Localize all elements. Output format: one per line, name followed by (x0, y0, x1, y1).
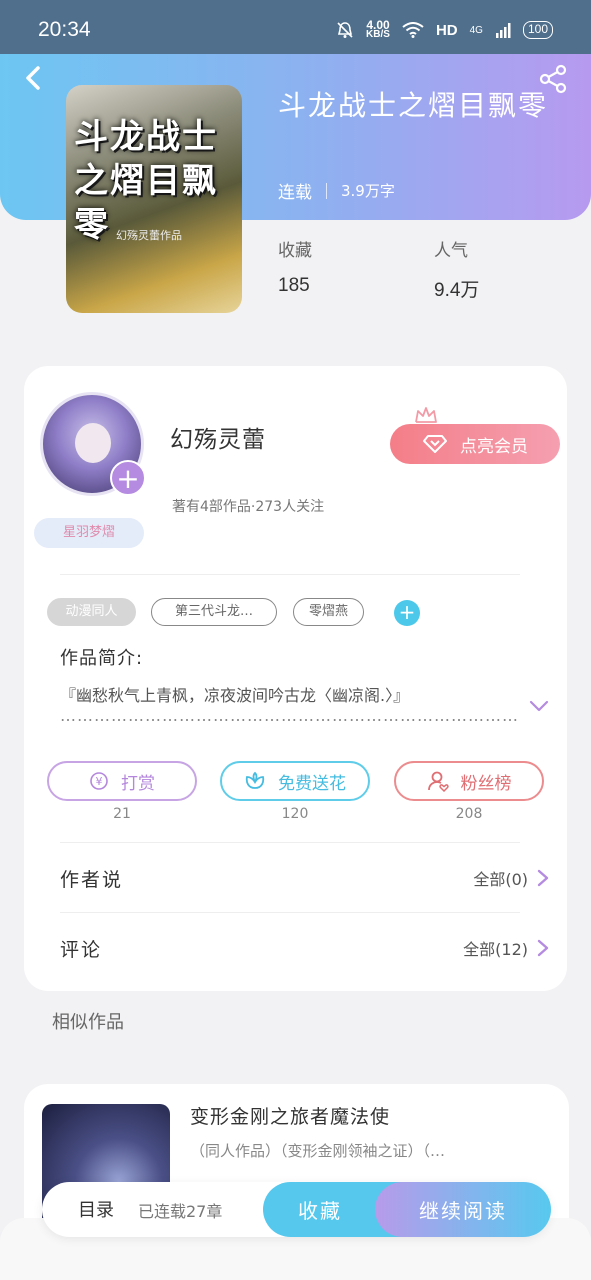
flower-count: 120 (281, 806, 309, 822)
book-word-count: 3.9万字 (341, 182, 395, 200)
row-right: 全部(0) (473, 866, 550, 890)
divider (60, 574, 520, 575)
collect-button-label: 收藏 (298, 1199, 342, 1223)
battery-indicator: 100 (522, 21, 553, 39)
intro-text: 『幽愁秋气上青枫，凉夜波间吟古龙〈幽凉阁.〉』 (60, 686, 410, 705)
wifi-icon (402, 22, 424, 38)
vip-button-label: 点亮会员 (460, 436, 528, 457)
intro-label: 作品简介: (60, 648, 144, 669)
follow-plus-icon[interactable]: + (110, 460, 146, 496)
add-tag-icon[interactable]: + (394, 600, 420, 626)
row-label: 评论 (60, 938, 103, 961)
fans-count: 208 (455, 806, 483, 822)
diamond-icon (423, 435, 447, 453)
author-stats: 著有4部作品·273人关注 (172, 499, 325, 515)
signal-label: 4G (469, 24, 483, 36)
divider (60, 912, 520, 913)
status-bar: 20:34 4.00 KB/S HD 4G 100 (0, 0, 591, 60)
author-badge: 星羽梦熠 (34, 518, 144, 548)
stat-label: 收藏 (278, 241, 312, 261)
book-status: 连载 (278, 183, 312, 203)
reward-label: 打赏 (121, 773, 155, 794)
avatar-face (75, 423, 111, 463)
bell-muted-icon (337, 22, 353, 38)
chevron-right-icon (537, 869, 549, 887)
book-cover[interactable]: 斗龙战士之熠目飘零 幻殇灵蕾作品 (66, 85, 242, 313)
intro-dots: ……………………………………………………………………… (60, 706, 519, 725)
row-label: 作者说 (60, 868, 124, 891)
yuan-coin-icon: ¥ (90, 772, 108, 790)
similar-book-title[interactable]: 变形金刚之旅者魔法使 (190, 1102, 390, 1129)
meta-divider (326, 182, 327, 199)
fans-label: 粉丝榜 (460, 773, 512, 794)
stat-popularity: 人气 9.4万 (434, 236, 479, 302)
toc-chapter-count[interactable]: 已连载27章 (138, 1198, 222, 1222)
divider (60, 842, 520, 843)
back-arrow-icon[interactable] (22, 62, 46, 94)
hd-indicator: HD (435, 21, 458, 39)
toc-button[interactable]: 目录 (78, 1196, 114, 1222)
flower-icon (245, 771, 265, 789)
reward-count: 21 (113, 806, 131, 822)
book-meta: 连载 3.9万字 (278, 178, 395, 203)
stat-value: 185 (278, 275, 310, 296)
comments-row[interactable]: 评论 全部(12) (60, 928, 550, 968)
author-notes-row[interactable]: 作者说 全部(0) (60, 858, 550, 898)
flower-label: 免费送花 (278, 773, 346, 794)
continue-reading-button[interactable]: 继续阅读 (375, 1182, 551, 1237)
similar-section-label: 相似作品 (52, 1012, 124, 1033)
fans-rank-button[interactable]: 粉丝榜 (394, 761, 544, 801)
similar-book-tags: （同人作品）（变形金刚领袖之证）（… (190, 1142, 446, 1160)
fan-user-icon (427, 771, 449, 792)
net-speed: 4.00 KB/S (366, 18, 390, 40)
status-icons: 4.00 KB/S HD 4G 100 (336, 18, 553, 40)
reward-button[interactable]: ¥ 打赏 (47, 761, 197, 801)
stat-collect: 收藏 185 (278, 236, 312, 297)
row-value: 全部(0) (473, 870, 528, 889)
vip-button[interactable]: 点亮会员 (390, 424, 560, 464)
tag-item[interactable]: 第三代斗龙… (151, 598, 277, 626)
chevron-down-icon[interactable] (528, 698, 550, 714)
row-value: 全部(12) (463, 940, 528, 959)
author-name[interactable]: 幻殇灵蕾 (170, 420, 266, 454)
stat-label: 人气 (434, 241, 468, 261)
cover-subtitle: 幻殇灵蕾作品 (116, 229, 182, 242)
svg-text:¥: ¥ (96, 775, 103, 788)
status-time: 20:34 (38, 18, 91, 41)
stat-value: 9.4万 (434, 280, 480, 301)
crown-icon (415, 407, 437, 423)
row-right: 全部(12) (463, 936, 550, 960)
chevron-right-icon (537, 939, 549, 957)
book-title: 斗龙战士之熠目飘零 (278, 89, 549, 122)
tag-item[interactable]: 动漫同人 (47, 598, 136, 626)
signal-icon (495, 23, 511, 38)
continue-reading-label: 继续阅读 (419, 1199, 507, 1223)
tag-item[interactable]: 零熠燕 (293, 598, 364, 626)
send-flower-button[interactable]: 免费送花 (220, 761, 370, 801)
